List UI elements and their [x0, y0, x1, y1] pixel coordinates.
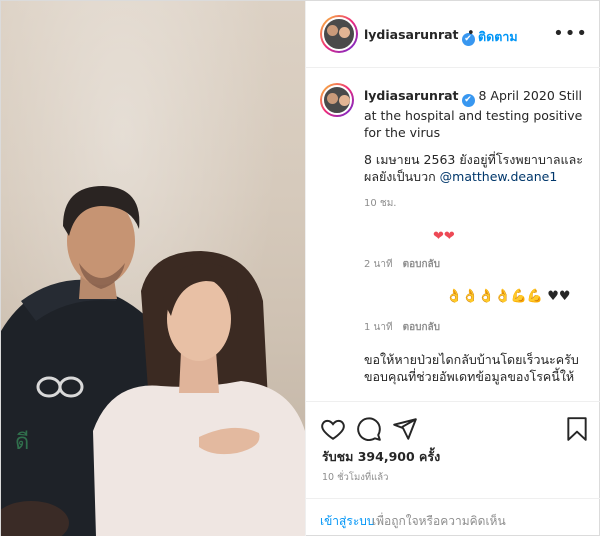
heart-icon[interactable]	[320, 416, 346, 442]
avatar-image	[322, 17, 356, 51]
caption-username[interactable]: lydiasarunrat	[364, 88, 459, 103]
post-header: lydiasarunrat ✔ • ติดตาม •••	[306, 1, 600, 68]
caption: lydiasarunrat ✔ 8 April 2020 Still at the…	[364, 87, 590, 141]
post-video[interactable]: ดี	[1, 1, 305, 536]
avatar[interactable]	[320, 15, 358, 53]
login-prompt: เข้าสู่ระบบ เพื่อถูกใจหรือความคิดเห็น	[306, 498, 600, 536]
svg-text:ดี: ดี	[15, 430, 29, 455]
video-frame-icon: ดี	[1, 186, 305, 536]
header-username-text[interactable]: lydiasarunrat	[364, 27, 459, 42]
comment-2-time: 1 นาที	[364, 322, 393, 333]
share-icon[interactable]	[392, 416, 418, 442]
view-count[interactable]: รับชม 394,900 ครั้ง	[322, 447, 440, 467]
login-link[interactable]: เข้าสู่ระบบ	[320, 512, 375, 531]
header-separator: •	[467, 26, 475, 41]
comment-2-emojis-black: ♥♥	[547, 289, 571, 304]
follow-button[interactable]: ติดตาม	[478, 27, 518, 47]
comment-2-reply-button[interactable]: ตอบกลับ	[403, 322, 440, 333]
comment-icon[interactable]	[356, 416, 382, 442]
more-options-icon[interactable]: •••	[553, 23, 588, 44]
instagram-post: ดี lydiasarunrat ✔ • ติดตาม ••• lydiasar…	[0, 0, 600, 536]
header-username[interactable]: lydiasarunrat ✔	[364, 27, 475, 46]
caption-thai: 8 เมษายน 2563 ยังอยู่ที่โรงพยาบาลและผลยั…	[364, 151, 590, 185]
login-prompt-text: เพื่อถูกใจหรือความคิดเห็น	[372, 514, 506, 528]
verified-icon: ✔	[461, 94, 475, 107]
comment-2-emojis-gold: 👌👌👌👌💪💪	[446, 289, 544, 304]
comment-1-time: 2 นาที	[364, 259, 393, 270]
comments-section: lydiasarunrat ✔ 8 April 2020 Still at the…	[306, 69, 600, 401]
comment-2-meta: 1 นาที ตอบกลับ	[364, 320, 440, 335]
post-age: 10 ชั่วโมงที่แล้ว	[322, 472, 389, 483]
comment-2-emojis: 👌👌👌👌💪💪 ♥♥	[446, 289, 571, 304]
caption-avatar-image	[322, 85, 352, 115]
mention-link[interactable]: @matthew.deane1	[440, 169, 558, 184]
comment-3-text: ขอให้หายป่วยไดกลับบ้านโดยเร็วนะครับ ขอบค…	[364, 352, 579, 384]
bookmark-icon[interactable]	[564, 416, 590, 442]
post-panel: lydiasarunrat ✔ • ติดตาม ••• lydiasarunra…	[305, 1, 600, 536]
caption-avatar[interactable]	[320, 83, 354, 117]
comment-1-emojis: ❤❤	[433, 229, 455, 244]
comment-1-reply-button[interactable]: ตอบกลับ	[403, 259, 440, 270]
comment-1-meta: 2 นาที ตอบกลับ	[364, 257, 440, 272]
caption-time: 10 ชม.	[364, 198, 397, 209]
